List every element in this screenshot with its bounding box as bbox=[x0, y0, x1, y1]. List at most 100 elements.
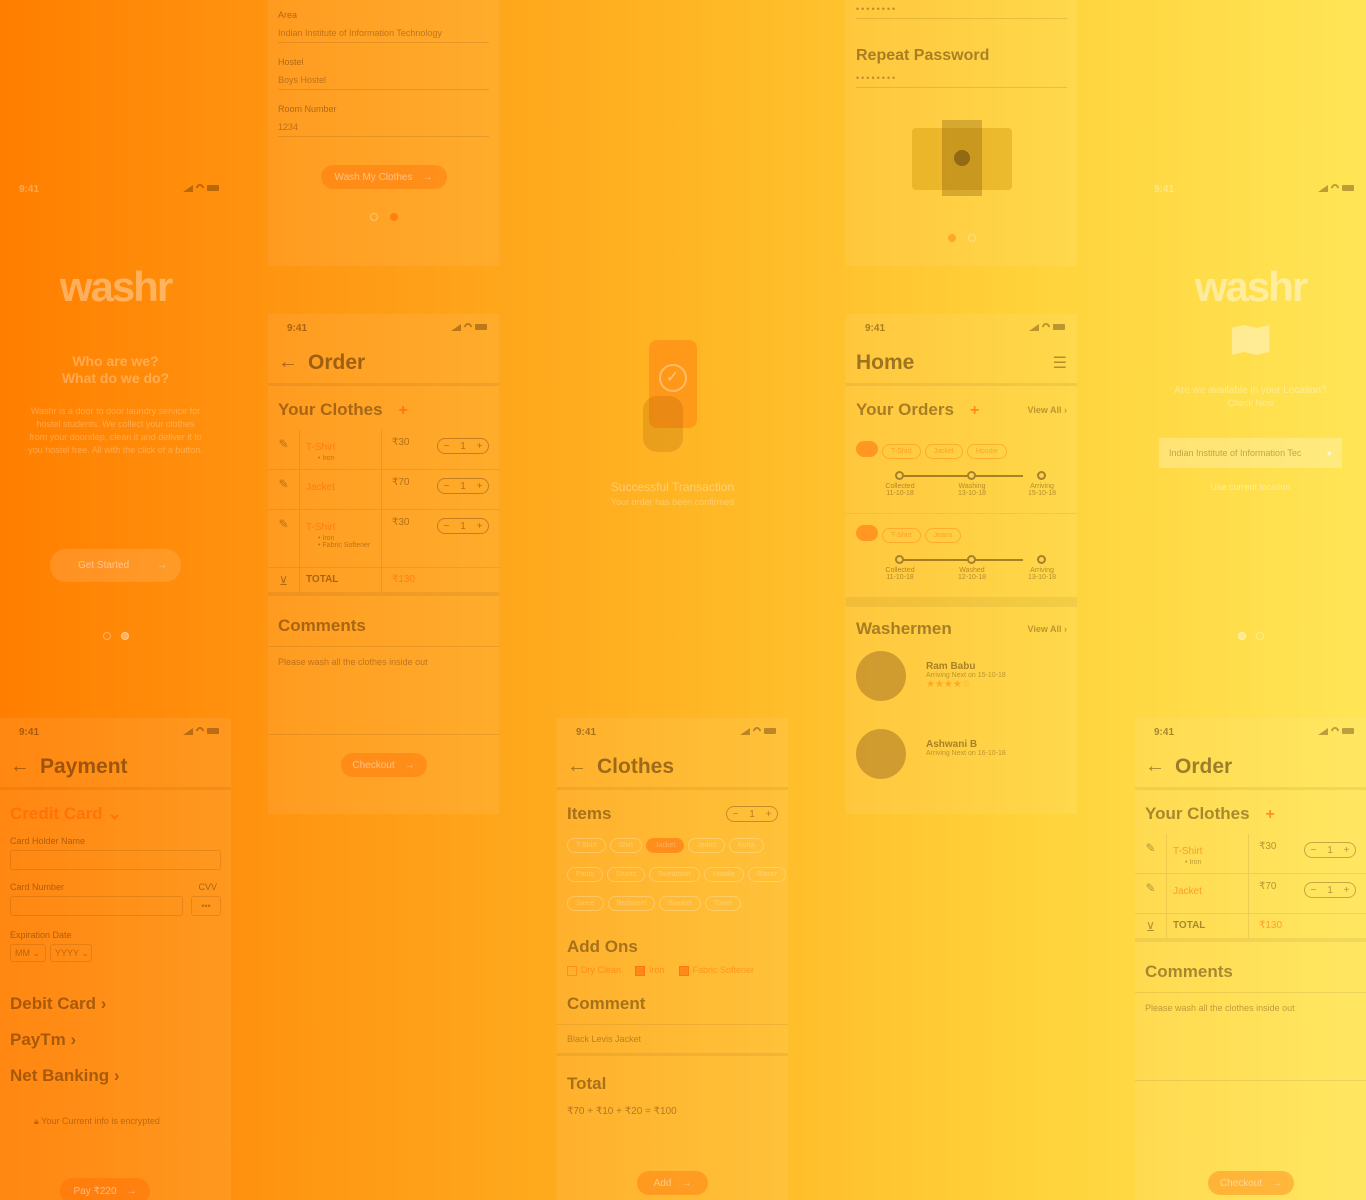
month-select[interactable]: MM ⌄ bbox=[10, 944, 46, 962]
item-chip[interactable]: T-Shirt bbox=[567, 838, 606, 853]
order-card-1[interactable]: T-Shirt Jacket Hoodie Collected 11-10-18 Was… bbox=[846, 434, 1077, 514]
password-input[interactable]: •••••••• bbox=[856, 0, 1067, 19]
quantity-stepper[interactable]: −1 + bbox=[437, 518, 489, 534]
pay-button[interactable]: Pay ₹220 → bbox=[60, 1178, 150, 1200]
item-chip[interactable]: Shorts bbox=[606, 867, 646, 882]
timeline-step-date: 12-10-18 bbox=[957, 574, 987, 581]
page-dot-active[interactable] bbox=[1237, 632, 1246, 640]
location-input[interactable]: Indian Institute of Information Tec ● bbox=[1159, 438, 1342, 468]
page-dot[interactable] bbox=[1255, 632, 1264, 640]
hostel-input[interactable]: Boys Hostel bbox=[278, 67, 489, 90]
wifi-icon bbox=[1040, 321, 1052, 333]
status-bar: 9:41 bbox=[557, 718, 788, 746]
filter-settings-icon[interactable]: ☰ bbox=[1053, 353, 1067, 373]
quantity-stepper[interactable]: −1 + bbox=[1304, 882, 1356, 898]
back-arrow-icon[interactable]: ← bbox=[567, 755, 587, 778]
washerman-row[interactable]: Ashwani B Arriving Next on 16-10-18 bbox=[856, 729, 1067, 779]
room-input[interactable]: 1234 bbox=[278, 114, 489, 137]
get-started-button[interactable]: Get Started → bbox=[50, 549, 181, 582]
timeline-step-name: Collected bbox=[885, 483, 915, 490]
credit-card-toggle[interactable]: Credit Card ⌄ bbox=[0, 790, 231, 824]
page-dot[interactable] bbox=[102, 632, 111, 640]
minus-icon[interactable]: − bbox=[443, 521, 449, 532]
item-chip[interactable]: Bedsheet bbox=[607, 896, 656, 911]
item-chip[interactable]: Blazer bbox=[748, 867, 786, 882]
back-arrow-icon[interactable]: ← bbox=[278, 351, 298, 374]
minus-icon[interactable]: − bbox=[732, 809, 738, 820]
quantity-stepper[interactable]: −1 + bbox=[726, 806, 778, 822]
addon-option[interactable]: Fabric Softener bbox=[678, 965, 754, 976]
comments-textarea[interactable]: Please wash all the clothes inside out bbox=[268, 647, 499, 735]
plus-icon[interactable]: + bbox=[1344, 885, 1350, 896]
paytm-option[interactable]: PayTm › bbox=[0, 1030, 231, 1050]
page-dot-active[interactable] bbox=[120, 632, 129, 640]
minus-icon[interactable]: − bbox=[443, 441, 449, 452]
timeline-line bbox=[900, 475, 1023, 477]
plus-icon[interactable]: + bbox=[477, 441, 483, 452]
order-item-name: Jacket bbox=[1173, 886, 1202, 897]
add-clothes-icon[interactable]: + bbox=[1266, 806, 1275, 823]
plus-icon[interactable]: + bbox=[477, 481, 483, 492]
page-dot[interactable] bbox=[967, 234, 976, 242]
order-card-2[interactable]: T-Shirt Jeans Collected 11-10-18 Washed 12-1… bbox=[846, 514, 1077, 597]
item-chip[interactable]: Blanket bbox=[659, 896, 701, 911]
page-dot-active[interactable] bbox=[947, 234, 956, 242]
area-input[interactable]: Indian Institute of Information Technolo… bbox=[278, 20, 489, 43]
minus-icon[interactable]: − bbox=[443, 481, 449, 492]
addon-checkbox-checked[interactable] bbox=[678, 965, 689, 976]
quantity-stepper[interactable]: −1 + bbox=[437, 478, 489, 494]
location-pin-icon[interactable]: ● bbox=[1327, 448, 1332, 458]
item-chip[interactable]: Jeans bbox=[688, 838, 725, 853]
page-dot-active[interactable] bbox=[389, 213, 398, 221]
add-button[interactable]: Add → bbox=[637, 1171, 708, 1195]
item-chip[interactable]: Saree bbox=[567, 896, 604, 911]
plus-icon[interactable]: + bbox=[1344, 845, 1350, 856]
item-chip[interactable]: Shirt bbox=[609, 838, 643, 853]
item-chip[interactable]: Jacket bbox=[646, 838, 685, 853]
intro-heading: Who are we? What do we do? bbox=[61, 353, 170, 386]
quantity-stepper[interactable]: −1 + bbox=[1304, 842, 1356, 858]
washermen-view-all-link[interactable]: View All › bbox=[1027, 624, 1067, 634]
net-banking-option[interactable]: Net Banking › bbox=[0, 1066, 231, 1086]
year-select[interactable]: YYYY ⌄ bbox=[50, 944, 92, 962]
register-screen: Area Indian Institute of Information Tec… bbox=[268, 0, 499, 266]
item-chip[interactable]: Kurta bbox=[728, 838, 764, 853]
use-current-location-link[interactable]: Use current location bbox=[1135, 482, 1366, 492]
check-now-link[interactable]: Check Now bbox=[1135, 398, 1366, 408]
comment-input[interactable]: Black Levis Jacket bbox=[557, 1025, 788, 1056]
orders-view-all-link[interactable]: View All › bbox=[1027, 405, 1067, 415]
item-chip[interactable]: Sweatshirt bbox=[649, 867, 700, 882]
addon-checkbox-checked[interactable] bbox=[635, 965, 646, 976]
back-arrow-icon[interactable]: ← bbox=[10, 755, 30, 778]
debit-card-option[interactable]: Debit Card › bbox=[0, 994, 231, 1014]
edit-pencil-icon[interactable]: ✎ bbox=[268, 510, 300, 567]
plus-icon[interactable]: + bbox=[477, 521, 483, 532]
item-chip[interactable]: Hoodie bbox=[703, 867, 745, 882]
comments-textarea[interactable]: Please wash all the clothes inside out bbox=[1135, 993, 1366, 1081]
item-chip[interactable]: Towel bbox=[704, 896, 741, 911]
minus-icon[interactable]: − bbox=[1310, 845, 1316, 856]
checkout-button[interactable]: Checkout → bbox=[340, 753, 427, 777]
plus-icon[interactable]: + bbox=[766, 809, 772, 820]
card-number-input[interactable] bbox=[10, 896, 183, 916]
cvv-input[interactable]: ••• bbox=[191, 896, 221, 916]
card-holder-input[interactable] bbox=[10, 850, 221, 870]
add-clothes-icon[interactable]: + bbox=[399, 402, 408, 419]
page-dot[interactable] bbox=[369, 213, 378, 221]
repeat-password-input[interactable]: •••••••• bbox=[856, 65, 1067, 88]
minus-icon[interactable]: − bbox=[1310, 885, 1316, 896]
addon-checkbox[interactable] bbox=[567, 965, 577, 976]
quantity-stepper[interactable]: −1 + bbox=[437, 438, 489, 454]
edit-pencil-icon[interactable]: ✎ bbox=[1135, 834, 1167, 873]
addon-option[interactable]: Dry Clean bbox=[567, 965, 621, 976]
back-arrow-icon[interactable]: ← bbox=[1145, 755, 1165, 778]
edit-pencil-icon[interactable]: ✎ bbox=[268, 470, 300, 509]
checkout-button[interactable]: Checkout → bbox=[1208, 1171, 1294, 1195]
addon-option[interactable]: Iron bbox=[635, 965, 665, 976]
edit-pencil-icon[interactable]: ✎ bbox=[1135, 874, 1167, 913]
item-chip[interactable]: Pants bbox=[567, 867, 603, 882]
edit-pencil-icon[interactable]: ✎ bbox=[268, 430, 300, 469]
wash-my-clothes-button[interactable]: Wash My Clothes → bbox=[320, 165, 447, 189]
add-order-icon[interactable]: + bbox=[970, 402, 979, 419]
washerman-row[interactable]: Ram Babu Arriving Next on 15-10-18 ★★★★☆ bbox=[856, 651, 1067, 701]
